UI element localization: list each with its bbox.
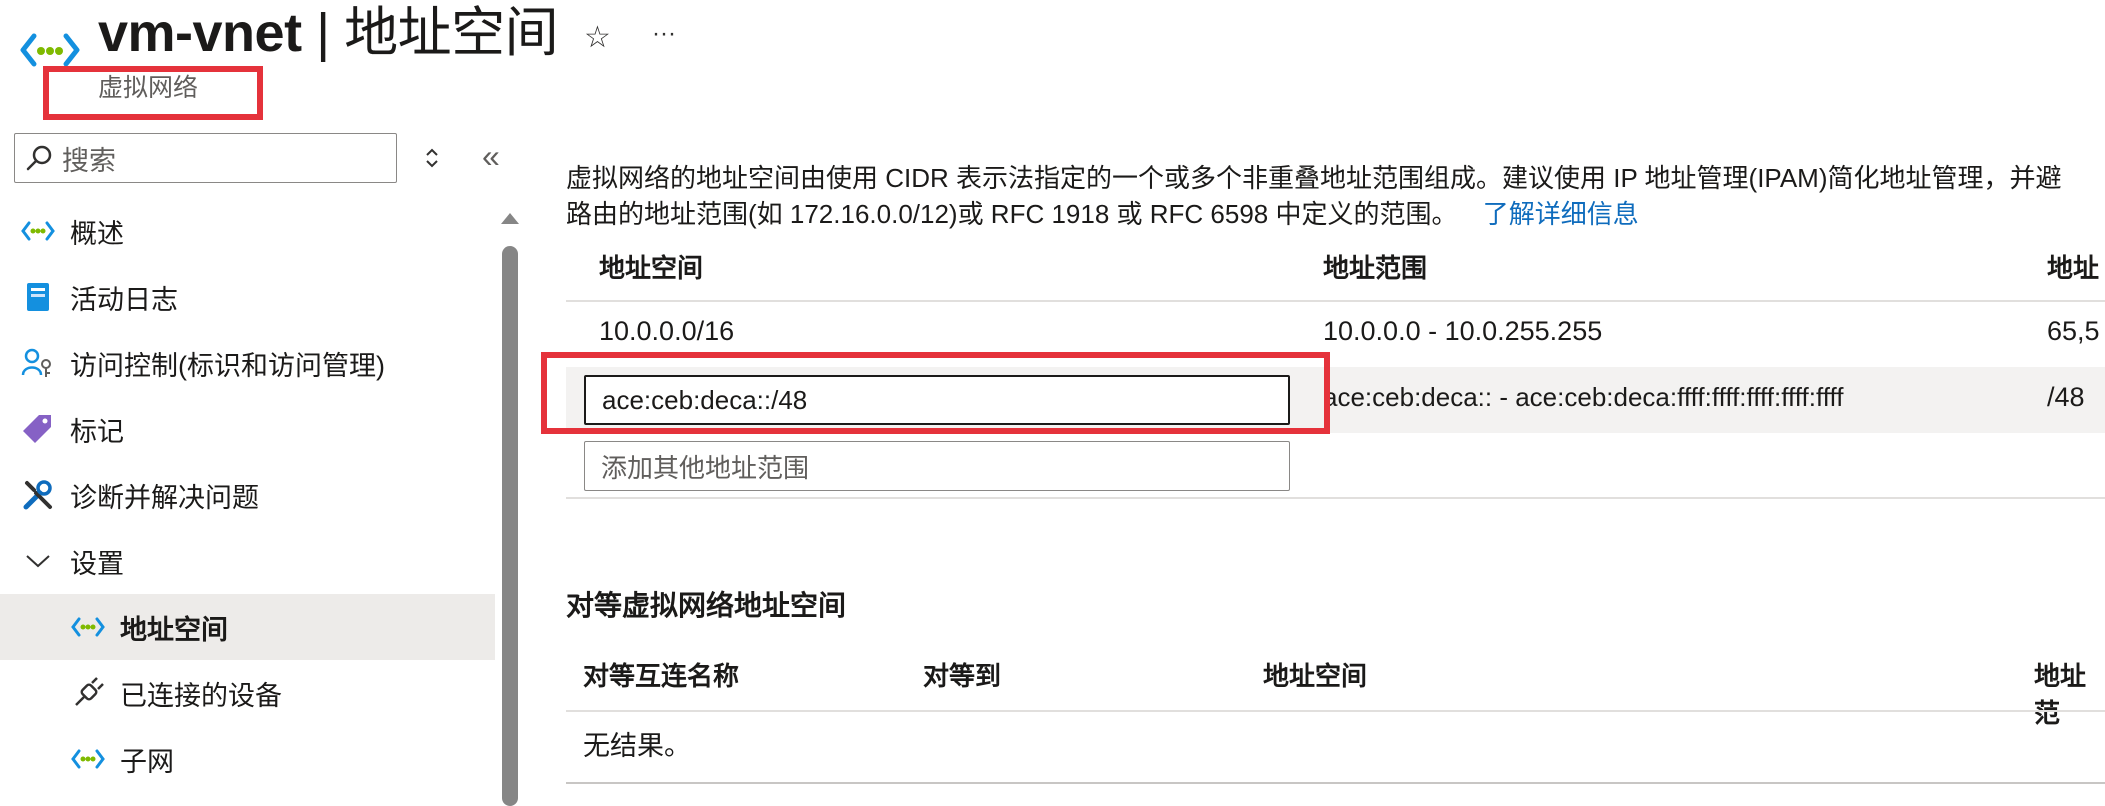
address-range-cell: 10.0.0.0 - 10.0.255.255 — [1323, 316, 1603, 346]
access-control-icon — [18, 343, 58, 383]
sidebar-item-label: 设置 — [70, 548, 124, 579]
vnet-icon — [68, 607, 108, 647]
description-line-2: 路由的地址范围(如 172.16.0.0/12)或 RFC 1918 或 RFC… — [566, 199, 1639, 229]
chevron-down-icon — [18, 541, 58, 581]
column-header-peer-address-space: 地址空间 — [1263, 661, 1368, 691]
vnet-icon — [68, 739, 108, 779]
table-divider — [566, 300, 2105, 302]
table-divider — [566, 782, 2105, 784]
table-divider — [566, 710, 2105, 712]
sidebar-item-activity-log[interactable]: 活动日志 — [0, 264, 495, 330]
sidebar-item-label: 访问控制(标识和访问管理) — [70, 350, 385, 381]
favorite-star-icon[interactable]: ☆ — [584, 18, 611, 58]
address-range-cell: ace:ceb:deca:: - ace:ceb:deca:ffff:ffff:… — [1323, 382, 1844, 412]
plug-icon — [68, 673, 108, 713]
activity-log-icon — [18, 277, 58, 317]
sidebar-item-address-space[interactable]: 地址空间 — [0, 594, 495, 660]
sidebar-item-label: 活动日志 — [70, 284, 178, 315]
sidebar-item-overview[interactable]: 概述 — [0, 198, 495, 264]
sidebar-item-subnets[interactable]: 子网 — [0, 726, 495, 792]
highlight-box-resource-type — [43, 66, 263, 120]
scroll-up-arrow-icon[interactable] — [499, 210, 521, 231]
sidebar-item-label: 地址空间 — [120, 614, 228, 645]
sidebar-item-label: 子网 — [120, 746, 174, 777]
column-header-address-count: 地址 — [2047, 253, 2100, 283]
collapse-sidebar-button[interactable]: « — [482, 136, 500, 176]
sidebar-item-label: 标记 — [70, 416, 124, 447]
sidebar-search-placeholder: 搜索 — [62, 146, 116, 176]
tag-icon — [18, 409, 58, 449]
sidebar-item-access-control[interactable]: 访问控制(标识和访问管理) — [0, 330, 495, 396]
wrench-icon — [18, 475, 58, 515]
address-space-cell: 10.0.0.0/16 — [599, 316, 735, 346]
search-icon — [24, 143, 54, 178]
peering-empty-message: 无结果。 — [583, 731, 691, 761]
sidebar-item-label: 概述 — [70, 218, 124, 249]
page-title: vm-vnet | 地址空间 — [98, 3, 559, 63]
expand-collapse-toggle-icon[interactable] — [424, 146, 440, 175]
description-line-1: 虚拟网络的地址空间由使用 CIDR 表示法指定的一个或多个非重叠地址范围组成。建… — [566, 163, 2062, 193]
sidebar-item-label: 已连接的设备 — [120, 680, 282, 711]
more-actions-button[interactable]: ··· — [652, 14, 676, 54]
column-header-peer-to: 对等到 — [923, 661, 1002, 691]
highlight-box-address-input — [541, 352, 1330, 434]
learn-more-link[interactable]: 了解详细信息 — [1483, 199, 1639, 229]
column-header-peering-name: 对等互连名称 — [583, 661, 740, 691]
column-header-address-space: 地址空间 — [599, 253, 704, 283]
sidebar-item-connected-devices[interactable]: 已连接的设备 — [0, 660, 495, 726]
address-count-cell: /48 — [2047, 382, 2085, 412]
sidebar-group-settings[interactable]: 设置 — [0, 528, 495, 594]
peering-section-title: 对等虚拟网络地址空间 — [566, 590, 847, 621]
sidebar-scrollbar-thumb[interactable] — [502, 246, 518, 806]
column-header-address-range: 地址范围 — [1323, 253, 1428, 283]
add-address-range-input[interactable]: 添加其他地址范围 — [584, 441, 1290, 491]
sidebar-item-label: 诊断并解决问题 — [70, 482, 259, 513]
table-divider — [566, 497, 2105, 499]
address-count-cell: 65,5 — [2047, 316, 2100, 346]
column-header-peer-address-range: 地址范 — [2034, 661, 2087, 728]
sidebar-item-diagnose[interactable]: 诊断并解决问题 — [0, 462, 495, 528]
sidebar-item-tags[interactable]: 标记 — [0, 396, 495, 462]
vnet-icon — [18, 211, 58, 251]
